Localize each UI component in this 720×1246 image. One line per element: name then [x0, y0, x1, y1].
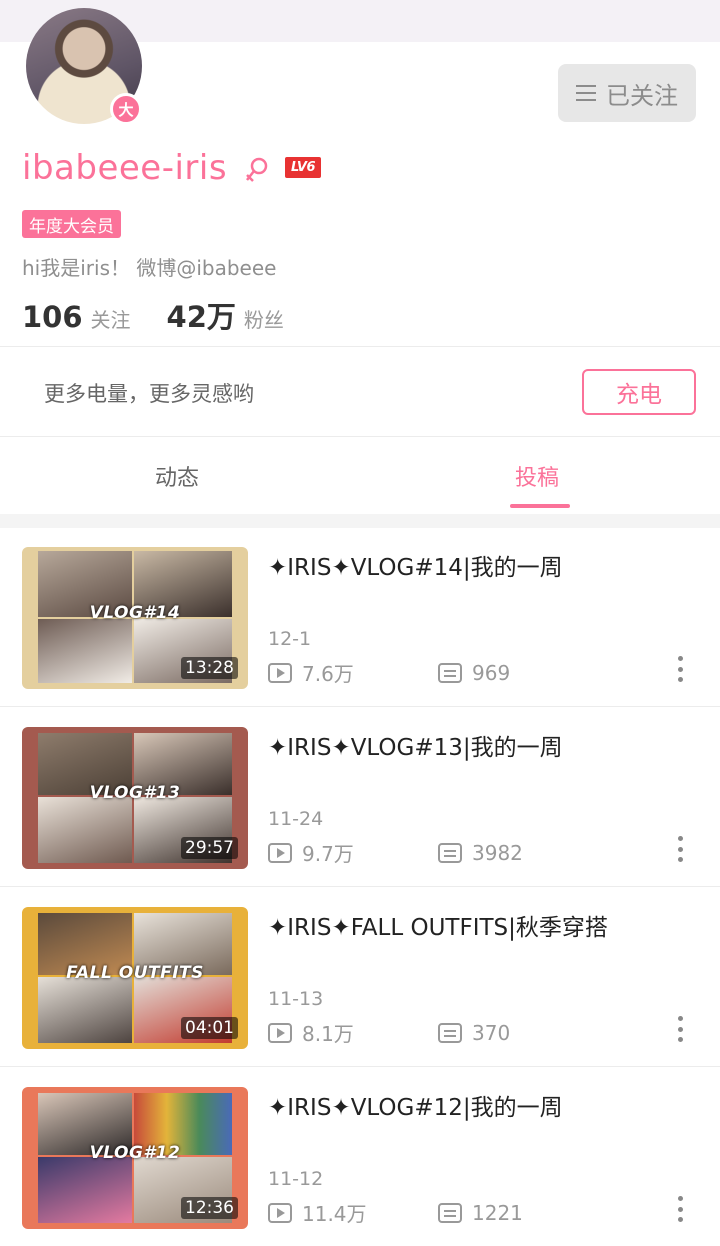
video-thumbnail[interactable]: VLOG#12 12:36: [22, 1087, 248, 1229]
video-date: 11-12: [268, 1168, 324, 1190]
video-title[interactable]: ✦IRIS✦FALL OUTFITS|秋季穿搭: [268, 908, 608, 942]
more-options-icon[interactable]: [676, 656, 684, 682]
profile-stats: 106 关注 42万 粉丝: [22, 294, 284, 336]
video-title[interactable]: ✦IRIS✦VLOG#13|我的一周: [268, 728, 563, 762]
followed-button-label: 已关注: [606, 81, 678, 110]
vip-avatar-badge: 大: [110, 93, 142, 125]
video-stats: 9.7万 3982: [268, 838, 523, 867]
vip-badge[interactable]: 年度大会员: [22, 210, 121, 238]
divider: [0, 346, 720, 347]
more-options-icon[interactable]: [676, 1196, 684, 1222]
view-count: 11.4万: [302, 1202, 367, 1226]
video-date: 12-1: [268, 628, 312, 650]
view-count: 9.7万: [302, 842, 354, 866]
divider: [0, 706, 720, 707]
followers-label[interactable]: 粉丝: [244, 304, 284, 333]
video-duration: 29:57: [181, 837, 238, 859]
divider: [0, 886, 720, 887]
danmaku-count: 969: [472, 660, 511, 685]
video-duration: 13:28: [181, 657, 238, 679]
danmaku-icon: [438, 842, 462, 863]
play-count-icon: [268, 1022, 292, 1043]
charge-text: 更多电量，更多灵感哟: [44, 382, 254, 406]
video-title[interactable]: ✦IRIS✦VLOG#14|我的一周: [268, 548, 563, 582]
video-item[interactable]: VLOG#12 12:36 ✦IRIS✦VLOG#12|我的一周 11-12 1…: [0, 1068, 720, 1246]
danmaku-count: 1221: [472, 1200, 523, 1225]
video-item[interactable]: FALL OUTFITS 04:01 ✦IRIS✦FALL OUTFITS|秋季…: [0, 888, 720, 1068]
video-item[interactable]: VLOG#14 13:28 ✦IRIS✦VLOG#14|我的一周 12-1 7.…: [0, 528, 720, 708]
more-options-icon[interactable]: [676, 836, 684, 862]
video-thumbnail[interactable]: VLOG#14 13:28: [22, 547, 248, 689]
view-count: 8.1万: [302, 1022, 354, 1046]
video-date: 11-24: [268, 808, 324, 830]
danmaku-icon: [438, 662, 462, 683]
danmaku-count: 3982: [472, 840, 523, 865]
video-stats: 7.6万 969: [268, 658, 510, 687]
following-label[interactable]: 关注: [91, 304, 131, 333]
video-date: 11-13: [268, 988, 324, 1010]
video-item[interactable]: VLOG#13 29:57 ✦IRIS✦VLOG#13|我的一周 11-24 9…: [0, 708, 720, 888]
level-badge: LV6: [285, 157, 321, 178]
tab-dynamic[interactable]: 动态: [155, 460, 199, 492]
view-count: 7.6万: [302, 662, 354, 686]
video-duration: 12:36: [181, 1197, 238, 1219]
thumbnail-overlay-text: VLOG#12: [89, 1143, 181, 1163]
video-title[interactable]: ✦IRIS✦VLOG#12|我的一周: [268, 1088, 563, 1122]
divider: [0, 1066, 720, 1067]
play-count-icon: [268, 842, 292, 863]
thumbnail-overlay-text: VLOG#14: [89, 603, 181, 623]
video-stats: 8.1万 370: [268, 1018, 510, 1047]
thumbnail-overlay-text: FALL OUTFITS: [66, 963, 204, 983]
divider: [0, 436, 720, 437]
video-duration: 04:01: [181, 1017, 238, 1039]
tab-posts[interactable]: 投稿: [515, 460, 559, 492]
followers-count[interactable]: 42万: [167, 294, 236, 336]
play-count-icon: [268, 662, 292, 683]
video-stats: 11.4万 1221: [268, 1198, 523, 1227]
username: ibabeee-iris: [22, 148, 228, 188]
danmaku-icon: [438, 1202, 462, 1223]
followed-button[interactable]: 已关注: [558, 64, 696, 122]
section-separator: [0, 514, 720, 528]
danmaku-count: 370: [472, 1020, 511, 1045]
bio: hi我是iris！ 微博@ibabeee: [22, 256, 277, 280]
play-count-icon: [268, 1202, 292, 1223]
charge-button[interactable]: 充电: [582, 369, 696, 415]
menu-icon: [576, 85, 596, 101]
female-gender-icon: [246, 157, 268, 182]
video-thumbnail[interactable]: FALL OUTFITS 04:01: [22, 907, 248, 1049]
more-options-icon[interactable]: [676, 1016, 684, 1042]
video-thumbnail[interactable]: VLOG#13 29:57: [22, 727, 248, 869]
following-count[interactable]: 106: [22, 300, 83, 334]
danmaku-icon: [438, 1022, 462, 1043]
thumbnail-overlay-text: VLOG#13: [89, 783, 181, 803]
active-tab-indicator: [510, 504, 570, 508]
